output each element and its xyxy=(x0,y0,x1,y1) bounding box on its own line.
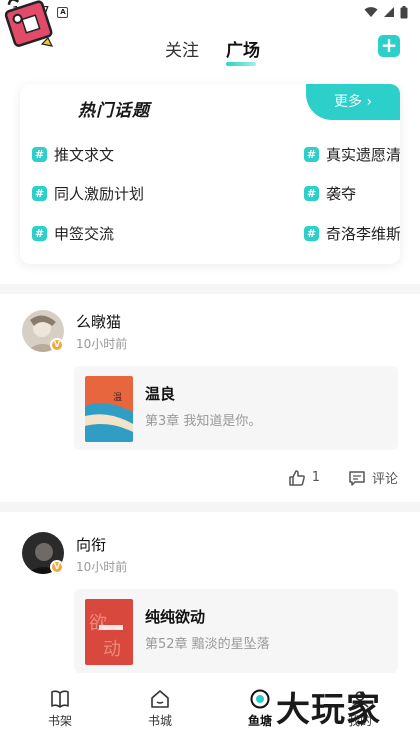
nav-bookstore[interactable]: 书城 xyxy=(130,688,190,729)
comment-label: 评论 xyxy=(371,472,398,487)
hot-tag-icon xyxy=(4,0,54,47)
topic-item[interactable]: # 真实遗愿清 xyxy=(304,144,400,165)
hot-topics-title: 热门话题 xyxy=(78,101,150,121)
watermark: 大玩家 xyxy=(276,690,381,730)
hashtag-icon: # xyxy=(32,147,47,162)
nav-label: 书架 xyxy=(47,714,72,728)
username[interactable]: 向衔 xyxy=(76,534,106,555)
topic-item[interactable]: # 袭夺 xyxy=(304,183,356,204)
fishpond-icon xyxy=(250,689,270,709)
topic-label: 奇洛李维斯 xyxy=(326,225,400,243)
battery-icon xyxy=(400,5,408,18)
hot-topics-card: 热门话题 更多 › # 推文求文 # 真实遗愿清 # 同人激励计划 # 袭夺 #… xyxy=(20,84,400,264)
topic-label: 同人激励计划 xyxy=(54,185,145,203)
hashtag-icon: # xyxy=(304,147,319,162)
tab-square[interactable]: 广场 xyxy=(226,36,260,61)
book-title: 纯纯欲动 xyxy=(145,608,206,626)
tab-active-indicator xyxy=(226,62,256,66)
topic-item[interactable]: # 奇洛李维斯 xyxy=(304,223,400,244)
comment-button[interactable]: 评论 xyxy=(348,468,398,487)
book-title: 温良 xyxy=(145,385,176,403)
like-count: 1 xyxy=(311,470,320,485)
hot-topics-header: 热门话题 更多 › xyxy=(20,84,400,128)
post-time: 10小时前 xyxy=(76,337,128,351)
section-divider xyxy=(0,284,420,294)
home-icon xyxy=(151,690,169,708)
verified-badge-icon: V xyxy=(50,338,64,352)
post-card[interactable]: V 向衔 10小时前 欲动 纯纯欲动 第52章 黯淡的星坠落 xyxy=(0,512,420,680)
svg-text:动: 动 xyxy=(103,639,121,660)
post-card[interactable]: V 么暾猫 10小时前 温 温良 第3章 我知道是你。 1 评论 xyxy=(0,294,420,502)
topic-label: 申签交流 xyxy=(54,225,115,243)
svg-text:欲: 欲 xyxy=(89,613,107,634)
hashtag-icon: # xyxy=(32,186,47,201)
book-cover: 欲动 xyxy=(85,599,133,665)
topic-item[interactable]: # 推文求文 xyxy=(32,144,114,165)
more-topics-button[interactable]: 更多 › xyxy=(306,84,400,120)
username[interactable]: 么暾猫 xyxy=(76,311,121,332)
post-actions: 1 评论 xyxy=(288,468,398,487)
verified-badge-icon: V xyxy=(50,560,64,574)
hashtag-icon: # xyxy=(304,226,319,241)
section-divider xyxy=(0,502,420,512)
book-chapter: 第52章 黯淡的星坠落 xyxy=(145,637,270,652)
svg-text:温: 温 xyxy=(113,392,122,403)
thumbs-up-icon xyxy=(288,469,305,486)
like-button[interactable]: 1 xyxy=(288,469,320,487)
signal-icon xyxy=(384,7,394,17)
post-time: 10小时前 xyxy=(76,560,128,574)
book-card[interactable]: 欲动 纯纯欲动 第52章 黯淡的星坠落 xyxy=(74,589,398,673)
nav-label: 书城 xyxy=(147,714,172,728)
book-cover: 温 xyxy=(85,376,133,442)
topic-item[interactable]: # 申签交流 xyxy=(32,223,114,244)
book-card[interactable]: 温 温良 第3章 我知道是你。 xyxy=(74,366,398,450)
nav-bookshelf[interactable]: 书架 xyxy=(30,688,90,729)
hashtag-icon: # xyxy=(304,186,319,201)
book-icon xyxy=(51,690,69,708)
hashtag-icon: # xyxy=(32,226,47,241)
comment-icon xyxy=(349,470,365,486)
nav-label: 鱼塘 xyxy=(247,714,272,728)
wifi-icon xyxy=(364,7,378,17)
book-chapter: 第3章 我知道是你。 xyxy=(145,414,262,429)
tab-follow[interactable]: 关注 xyxy=(165,36,199,61)
topic-item[interactable]: # 同人激励计划 xyxy=(32,183,144,204)
topic-label: 推文求文 xyxy=(54,146,115,164)
topic-label: 真实遗愿清 xyxy=(326,146,400,164)
topic-label: 袭夺 xyxy=(326,185,357,203)
add-post-button[interactable]: + xyxy=(378,35,400,57)
